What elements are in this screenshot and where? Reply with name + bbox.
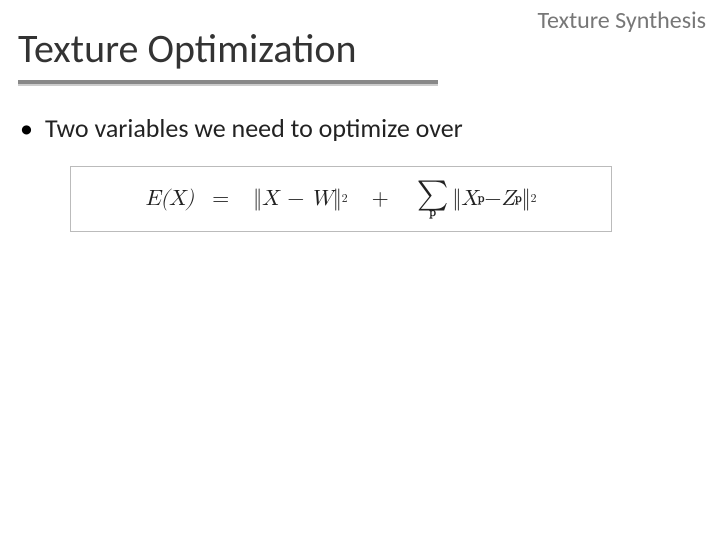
eq-sum-sub: p	[429, 207, 436, 219]
title-underline	[18, 80, 438, 86]
eq-sq2: 2	[530, 192, 536, 206]
equation-image: E(X) = ‖X − W‖2 + ∑ p ‖Xp − Zp‖2	[70, 166, 612, 232]
eq-norm2-open: ‖	[452, 186, 461, 212]
eq-equals: =	[212, 186, 229, 212]
eq-term2a-sub: p	[478, 192, 485, 206]
eq-term2b-sub: p	[515, 192, 522, 206]
eq-term2b: Z	[502, 186, 515, 212]
list-item: • Two variables we need to optimize over	[20, 112, 700, 146]
bullet-marker: •	[20, 112, 33, 146]
eq-term1: X − W	[262, 186, 333, 212]
eq-sq1: 2	[342, 192, 348, 206]
eq-norm-open: ‖	[253, 186, 262, 212]
eq-term2-minus: −	[484, 186, 501, 212]
eq-term2a: X	[461, 186, 478, 212]
eq-lhs: E(X)	[146, 186, 195, 212]
eq-norm-close: ‖	[333, 186, 342, 212]
eq-sum: ∑ p	[417, 179, 449, 219]
eq-plus: +	[372, 186, 389, 212]
bullet-list: • Two variables we need to optimize over	[20, 112, 700, 146]
equation: E(X) = ‖X − W‖2 + ∑ p ‖Xp − Zp‖2	[146, 179, 537, 219]
header-label: Texture Synthesis	[537, 6, 706, 35]
bullet-text: Two variables we need to optimize over	[45, 112, 463, 146]
sigma-icon: ∑	[417, 179, 449, 209]
slide-title: Texture Optimization	[18, 24, 357, 73]
eq-norm2-close: ‖	[522, 186, 531, 212]
slide: Texture Synthesis Texture Optimization •…	[0, 0, 720, 540]
